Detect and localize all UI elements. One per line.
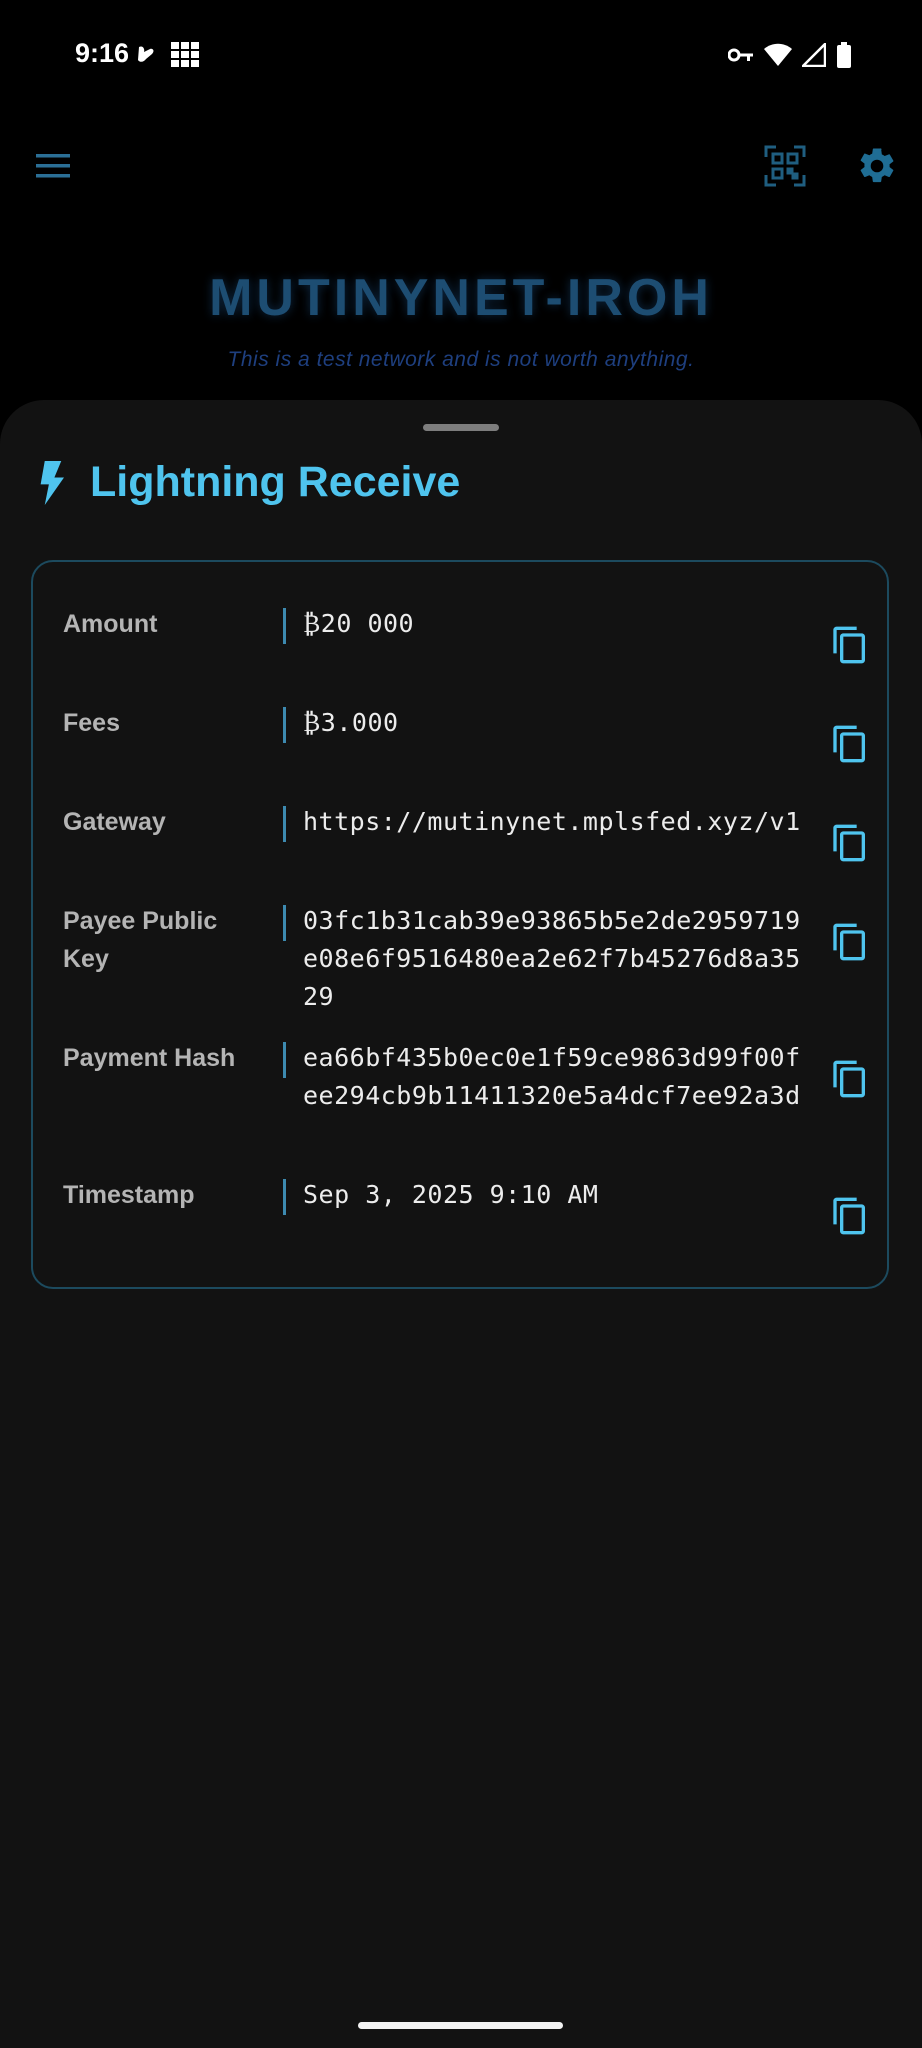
home-indicator[interactable] — [358, 2022, 563, 2029]
row-divider — [283, 1042, 286, 1078]
gear-icon — [856, 148, 898, 191]
copy-icon[interactable] — [830, 823, 870, 863]
detail-value: 03fc1b31cab39e93865b5e2de2959719e08e6f95… — [303, 906, 801, 1011]
detail-value: ₿20 000 — [303, 609, 415, 638]
qr-scan-button[interactable] — [764, 145, 806, 187]
settings-button[interactable] — [856, 145, 898, 187]
battery-icon — [836, 42, 852, 73]
network-subtitle: This is a test network and is not worth … — [227, 348, 695, 371]
detail-value: Sep 3, 2025 9:10 AM — [303, 1180, 599, 1209]
qr-scan-icon — [764, 145, 806, 191]
copy-icon[interactable] — [830, 1059, 870, 1099]
sheet-title: Lightning Receive — [90, 458, 461, 506]
detail-label: Amount — [63, 610, 158, 638]
row-divider — [283, 1179, 286, 1215]
detail-value: ₿3.000 — [303, 708, 399, 737]
status-time: 9:16 — [75, 38, 130, 68]
wifi-icon — [764, 43, 792, 72]
row-divider — [283, 707, 286, 743]
detail-value: https://mutinynet.mplsfed.xyz/v1 — [303, 807, 801, 836]
copy-icon[interactable] — [830, 625, 870, 665]
detail-label: Payee Public Key — [63, 907, 218, 973]
row-divider — [283, 806, 286, 842]
detail-label: Fees — [63, 709, 120, 737]
network-title: MUTINYNET-IROH — [209, 269, 713, 327]
menu-button[interactable] — [34, 150, 74, 182]
copy-icon[interactable] — [830, 922, 870, 962]
vpn-key-icon — [727, 47, 754, 68]
detail-label: Timestamp — [63, 1181, 195, 1209]
sheet-header: Lightning Receive — [36, 458, 460, 507]
notification-icon — [135, 43, 157, 72]
status-bar: 9:16 — [0, 0, 922, 112]
detail-value: ea66bf435b0ec0e1f59ce9863d99f00fee294cb9… — [303, 1043, 801, 1110]
detail-label: Payment Hash — [63, 1044, 236, 1072]
grid-app-icon — [171, 42, 199, 73]
cell-signal-icon — [799, 40, 827, 72]
copy-icon[interactable] — [830, 724, 870, 764]
details-card: Amount ₿20 000 Fees ₿3.000 Gateway https… — [31, 560, 889, 1289]
row-divider — [283, 905, 286, 941]
lightning-bolt-icon — [36, 460, 70, 505]
detail-label: Gateway — [63, 808, 166, 836]
row-divider — [283, 608, 286, 644]
drag-handle[interactable] — [423, 424, 499, 431]
menu-icon — [34, 154, 74, 186]
copy-icon[interactable] — [830, 1196, 870, 1236]
bottom-sheet: Lightning Receive Amount ₿20 000 Fees ₿3… — [0, 400, 922, 2048]
